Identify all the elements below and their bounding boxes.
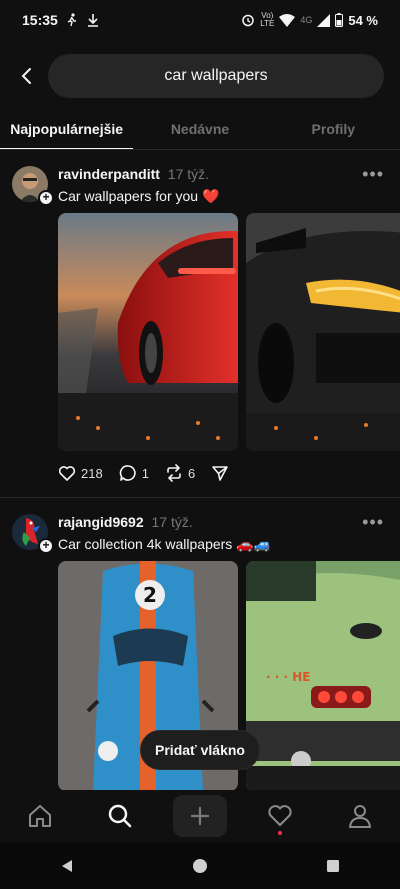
tab-profiles[interactable]: Profily [267, 110, 400, 149]
heart-icon [268, 805, 292, 826]
avatar[interactable]: + [12, 166, 54, 206]
send-icon [212, 466, 228, 481]
nav-create[interactable] [173, 795, 227, 837]
search-icon [108, 804, 132, 828]
share-button[interactable] [211, 464, 229, 482]
thread-post[interactable]: + ravinderpanditt 17 týž. ••• Car wallpa… [0, 158, 400, 498]
more-options-icon[interactable]: ••• [362, 512, 384, 533]
battery-percent: 54 % [348, 12, 378, 28]
search-row: car wallpapers [0, 54, 400, 98]
tab-recent[interactable]: Nedávne [133, 110, 266, 149]
svg-text:2: 2 [143, 583, 157, 607]
add-thread-label: Pridať vlákno [155, 742, 245, 758]
post-image[interactable] [58, 213, 238, 451]
post-username[interactable]: rajangid9692 [58, 514, 144, 530]
system-nav [0, 842, 400, 889]
home-circle-icon[interactable] [192, 858, 208, 874]
nav-home[interactable] [13, 795, 67, 837]
post-image[interactable] [246, 213, 400, 451]
like-button[interactable]: 218 [58, 465, 103, 482]
profile-icon [349, 805, 371, 828]
nav-profile[interactable] [333, 795, 387, 837]
walking-icon [67, 13, 76, 27]
nav-activity[interactable] [253, 795, 307, 837]
follow-plus-icon[interactable]: + [38, 190, 54, 206]
battery-icon [335, 13, 344, 27]
bottom-nav [0, 790, 400, 842]
results-tabs: Najpopulárnejšie Nedávne Profily [0, 110, 400, 150]
chevron-left-icon [21, 68, 31, 84]
back-button[interactable] [10, 60, 42, 92]
reply-count: 1 [141, 465, 149, 481]
post-caption: Car wallpapers for you ❤️ [58, 188, 220, 204]
like-count: 218 [81, 465, 103, 481]
alarm-icon [242, 14, 255, 27]
post-images [58, 213, 400, 451]
volte-indicator: Vo) LTE [260, 11, 275, 28]
signal-icon [317, 13, 331, 27]
plus-icon [190, 806, 210, 826]
repost-count: 6 [187, 465, 196, 481]
tab-top[interactable]: Najpopulárnejšie [0, 110, 134, 149]
follow-plus-icon[interactable]: + [38, 538, 54, 554]
status-time: 15:35 [22, 12, 58, 28]
post-time: 17 týž. [151, 514, 193, 530]
nav-search[interactable] [93, 795, 147, 837]
network-type: 4G [300, 15, 313, 25]
post-username[interactable]: ravinderpanditt [58, 166, 160, 182]
more-options-icon[interactable]: ••• [362, 164, 384, 185]
search-input[interactable]: car wallpapers [48, 54, 384, 98]
recents-square-icon[interactable] [325, 858, 341, 874]
post-actions: 218 1 6 [58, 464, 229, 482]
download-icon [87, 14, 98, 27]
add-thread-button[interactable]: Pridať vlákno [140, 730, 260, 770]
heart-icon [58, 465, 76, 481]
repost-icon [167, 464, 181, 482]
svg-text:· · · HE: · · · HE [266, 670, 310, 684]
repost-button[interactable]: 6 [165, 464, 195, 482]
wifi-icon [279, 13, 296, 27]
home-icon [29, 805, 51, 827]
search-query: car wallpapers [164, 67, 268, 84]
post-time: 17 týž. [167, 166, 210, 182]
notification-dot [278, 831, 282, 835]
reply-button[interactable]: 1 [119, 464, 149, 482]
back-triangle-icon[interactable] [59, 858, 75, 874]
post-image[interactable]: · · · HE [246, 561, 400, 791]
comment-icon [119, 465, 136, 481]
status-bar: 15:35 Vo) LTE 4G 54 % [0, 0, 400, 40]
avatar[interactable]: + [12, 514, 54, 554]
post-caption: Car collection 4k wallpapers 🚗🚙 [58, 536, 272, 552]
